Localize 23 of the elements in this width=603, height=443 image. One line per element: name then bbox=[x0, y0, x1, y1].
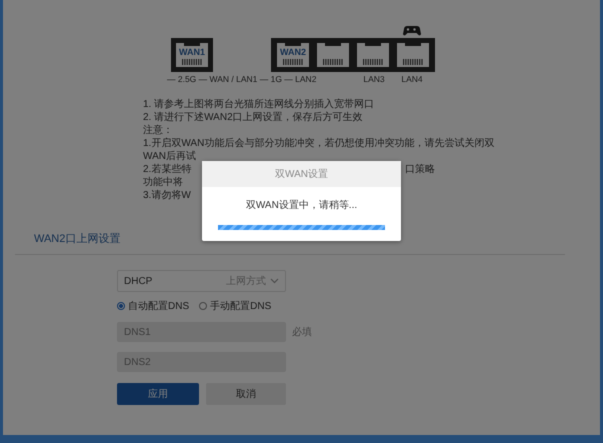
instruction-text: WAN后再试 bbox=[143, 150, 196, 163]
port-caption: LAN3 bbox=[362, 74, 384, 84]
gamepad-icon bbox=[402, 26, 420, 36]
port-caption: LAN4 bbox=[400, 74, 422, 84]
port-label: WAN2 bbox=[280, 47, 306, 57]
instruction-text: 2.若某些特 bbox=[143, 163, 192, 176]
dns-mode-radio[interactable]: 自动配置DNS bbox=[117, 299, 190, 313]
instruction-text: 1. 请参考上图将两台光猫所连网线分别插入宽带网口 bbox=[143, 98, 374, 111]
port-caption: — 2.5G — WAN / LAN1 — 1G — LAN2 bbox=[166, 74, 316, 84]
chevron-down-icon bbox=[270, 278, 279, 284]
apply-button[interactable]: 应用 bbox=[117, 383, 199, 405]
instruction-text: 3.请勿将W bbox=[143, 189, 191, 202]
dialog-title: 双WAN设置 bbox=[202, 161, 401, 187]
instruction-text: 1.开启双WAN功能后会与部分功能冲突，若仍想使用冲突功能，请先尝试关闭双 bbox=[143, 137, 494, 150]
dialog-message: 双WAN设置中，请稍等... bbox=[246, 198, 358, 212]
required-hint: 必填 bbox=[292, 326, 312, 339]
instruction-text: 口策略 bbox=[405, 163, 435, 176]
port-label: WAN1 bbox=[178, 47, 204, 57]
instruction-text: 功能中将 bbox=[143, 176, 183, 189]
dns-mode-radio[interactable]: 手动配置DNS bbox=[199, 299, 272, 313]
instruction-text: 注意： bbox=[143, 124, 173, 137]
instruction-text: 2. 请进行下述WAN2口上网设置，保存后方可生效 bbox=[143, 111, 363, 124]
cancel-button[interactable]: 取消 bbox=[206, 383, 286, 405]
